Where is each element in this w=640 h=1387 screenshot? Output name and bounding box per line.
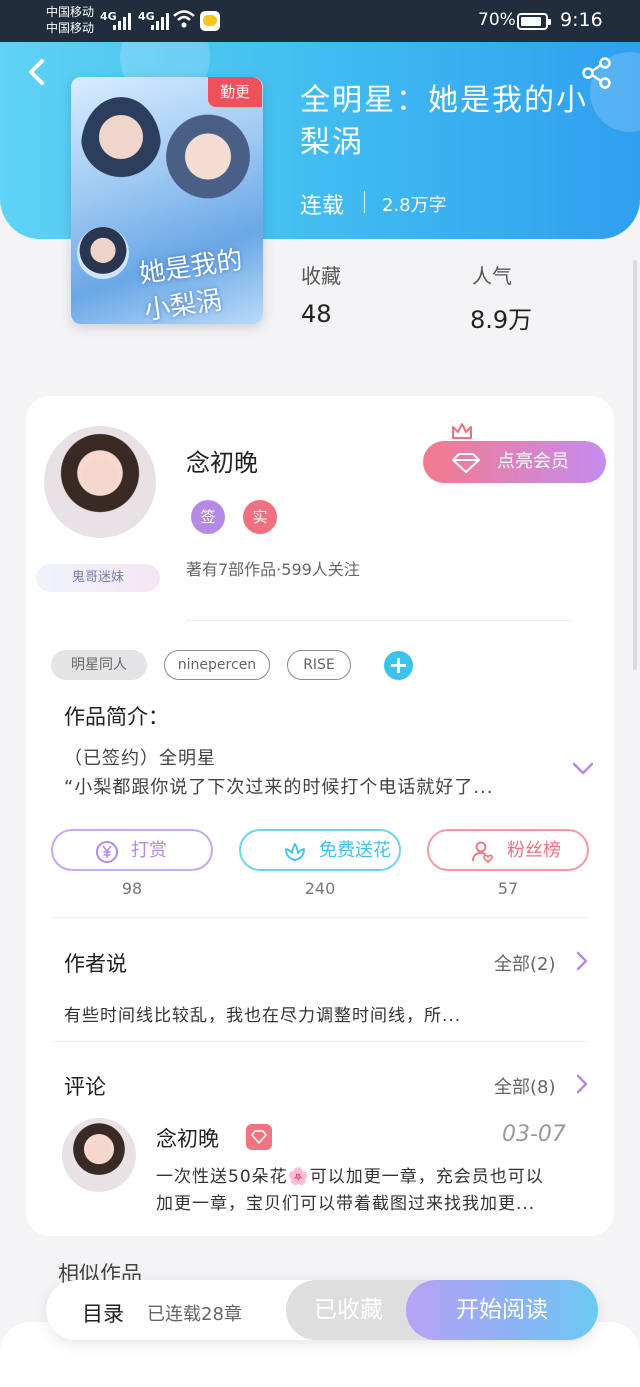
divider bbox=[52, 917, 588, 918]
back-arrow-icon[interactable] bbox=[22, 55, 52, 89]
signal-icon bbox=[113, 10, 131, 30]
toc-button[interactable]: 目录 bbox=[82, 1298, 124, 1328]
clock: 9:16 bbox=[560, 9, 603, 31]
commenter-avatar[interactable] bbox=[62, 1118, 136, 1192]
popularity-count: 8.9万 bbox=[470, 306, 533, 334]
tip-button-label: 打赏 bbox=[131, 840, 167, 861]
send-flower-button[interactable]: 免费送花 bbox=[239, 829, 401, 871]
signal-icon bbox=[151, 10, 169, 30]
divider bbox=[52, 1041, 588, 1042]
intro-title: 作品简介： bbox=[64, 705, 169, 729]
word-count: 2.8万字 bbox=[382, 195, 447, 216]
yen-icon bbox=[96, 841, 118, 863]
collect-label: 收藏 bbox=[301, 264, 341, 288]
verified-badge: 实 bbox=[243, 500, 277, 534]
book-title: 全明星：她是我的小梨涡 bbox=[300, 83, 588, 160]
author-says-title: 作者说 bbox=[64, 952, 127, 976]
fan-rank-button[interactable]: 粉丝榜 bbox=[427, 829, 589, 871]
cover-figure bbox=[77, 227, 129, 279]
book-cover[interactable]: 她是我的小梨涡 bbox=[71, 77, 263, 324]
tag-genre[interactable]: 明星同人 bbox=[51, 650, 147, 680]
vip-button-label: 点亮会员 bbox=[497, 451, 569, 472]
chevron-right-icon[interactable] bbox=[576, 1074, 588, 1094]
diamond-icon bbox=[452, 453, 480, 473]
author-name[interactable]: 念初晚 bbox=[186, 443, 258, 478]
tag-rise[interactable]: RISE bbox=[287, 650, 351, 680]
flower-icon bbox=[285, 843, 305, 861]
author-meta: 著有7部作品·599人关注 bbox=[186, 560, 360, 579]
fan-rank-label: 粉丝榜 bbox=[507, 840, 561, 861]
update-badge: 勤更 bbox=[208, 77, 262, 107]
comment-date: 03-07 bbox=[502, 1122, 566, 1147]
tag-ninepercent[interactable]: ninepercen bbox=[164, 650, 270, 680]
intro-line-1: （已签约）全明星 bbox=[64, 748, 216, 769]
cover-title: 她是我的小梨涡 bbox=[137, 245, 245, 324]
status-bar: 中国移动 中国移动 4G 4G 70% 9:16 bbox=[0, 0, 640, 42]
comment-line-2[interactable]: 加更一章，宝贝们可以带着截图过来找我加更... bbox=[156, 1189, 535, 1214]
cover-figure bbox=[163, 107, 253, 217]
divider bbox=[186, 620, 572, 621]
start-reading-button[interactable]: 开始阅读 bbox=[406, 1280, 598, 1340]
carrier-1: 中国移动 bbox=[46, 5, 95, 19]
expand-chevron-icon[interactable] bbox=[572, 762, 594, 776]
chat-app-icon bbox=[200, 11, 220, 31]
battery-icon bbox=[517, 13, 551, 30]
book-status: 连载 bbox=[300, 194, 345, 219]
send-flower-label: 免费送花 bbox=[319, 840, 391, 861]
status-divider bbox=[364, 191, 365, 213]
crown-icon bbox=[452, 423, 472, 439]
author-says-text[interactable]: 有些时间线比较乱，我也在尽力调整时间线，所... bbox=[64, 1001, 461, 1026]
battery-percent: 70% bbox=[478, 10, 516, 30]
carrier-2: 中国移动 bbox=[46, 21, 95, 35]
popularity-label: 人气 bbox=[472, 264, 512, 288]
tip-button[interactable]: 打赏 bbox=[51, 829, 213, 871]
chevron-right-icon[interactable] bbox=[576, 951, 588, 971]
wifi-icon bbox=[173, 10, 195, 28]
flower-count: 240 bbox=[304, 879, 336, 898]
intro-line-2: “小梨都跟你说了下次过来的时候打个电话就好了... bbox=[64, 777, 494, 798]
comment-line-1[interactable]: 一次性送50朵花🌸可以加更一章，充会员也可以 bbox=[156, 1162, 544, 1187]
vip-button[interactable]: 点亮会员 bbox=[423, 441, 606, 483]
fan-tag: 鬼哥迷妹 bbox=[36, 564, 160, 592]
signed-badge: 签 bbox=[191, 500, 225, 534]
scrollbar[interactable] bbox=[633, 260, 637, 670]
add-tag-button[interactable]: + bbox=[384, 651, 413, 680]
tip-count: 98 bbox=[121, 879, 143, 898]
comments-all-link[interactable]: 全部(8) bbox=[494, 1073, 556, 1099]
collect-count: 48 bbox=[301, 300, 332, 328]
author-says-all-link[interactable]: 全部(2) bbox=[494, 950, 556, 976]
user-heart-icon bbox=[472, 841, 493, 864]
vip-diamond-icon bbox=[246, 1124, 272, 1150]
author-avatar[interactable] bbox=[44, 426, 156, 538]
chapter-count[interactable]: 已连载28章 bbox=[147, 1300, 242, 1326]
commenter-name[interactable]: 念初晚 bbox=[156, 1123, 219, 1153]
comments-title: 评论 bbox=[64, 1075, 106, 1099]
carrier-labels: 中国移动 中国移动 bbox=[46, 4, 94, 36]
fan-count: 57 bbox=[497, 879, 519, 898]
cover-figure bbox=[81, 97, 161, 197]
